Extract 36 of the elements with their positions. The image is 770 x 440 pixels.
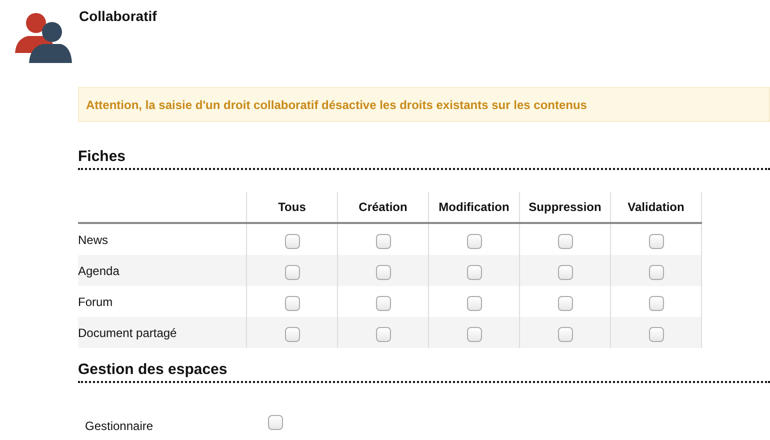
column-header: Suppression — [520, 192, 610, 223]
row-label: Forum — [78, 286, 246, 317]
warning-alert: Attention, la saisie d'un droit collaboratif désactive les droits existants sur les contenus — [78, 87, 770, 122]
checkbox[interactable] — [284, 265, 300, 280]
column-header: Création — [338, 192, 428, 223]
checkbox[interactable] — [466, 327, 482, 342]
section-heading: Fiches — [78, 148, 770, 170]
checkbox[interactable] — [558, 234, 572, 249]
checkbox[interactable] — [376, 265, 390, 280]
column-header: Tous — [246, 192, 338, 223]
column-header: Modification — [428, 192, 520, 223]
checkbox[interactable] — [376, 296, 390, 311]
checkbox[interactable] — [466, 265, 482, 280]
users-icon — [14, 11, 72, 63]
row-label: Document partagé — [78, 317, 246, 348]
section-heading: Gestion des espaces — [78, 361, 770, 383]
checkbox[interactable] — [648, 296, 664, 311]
checkbox[interactable] — [268, 414, 283, 430]
permission-label: Gestionnaire — [85, 419, 154, 433]
page-title: Collaboratif — [79, 9, 157, 23]
checkbox[interactable] — [558, 265, 572, 280]
checkbox[interactable] — [284, 234, 300, 249]
checkbox[interactable] — [284, 296, 300, 311]
checkbox[interactable] — [648, 234, 664, 249]
checkbox[interactable] — [558, 296, 572, 311]
checkbox[interactable] — [376, 234, 390, 249]
checkbox[interactable] — [284, 327, 300, 342]
checkbox[interactable] — [466, 296, 482, 311]
checkbox[interactable] — [558, 327, 572, 342]
row-label: News — [78, 223, 246, 255]
column-header: Validation — [610, 192, 702, 223]
checkbox[interactable] — [648, 265, 664, 280]
row-label: Agenda — [78, 255, 246, 286]
checkbox[interactable] — [376, 327, 390, 342]
checkbox[interactable] — [466, 234, 482, 249]
checkbox[interactable] — [648, 327, 664, 342]
